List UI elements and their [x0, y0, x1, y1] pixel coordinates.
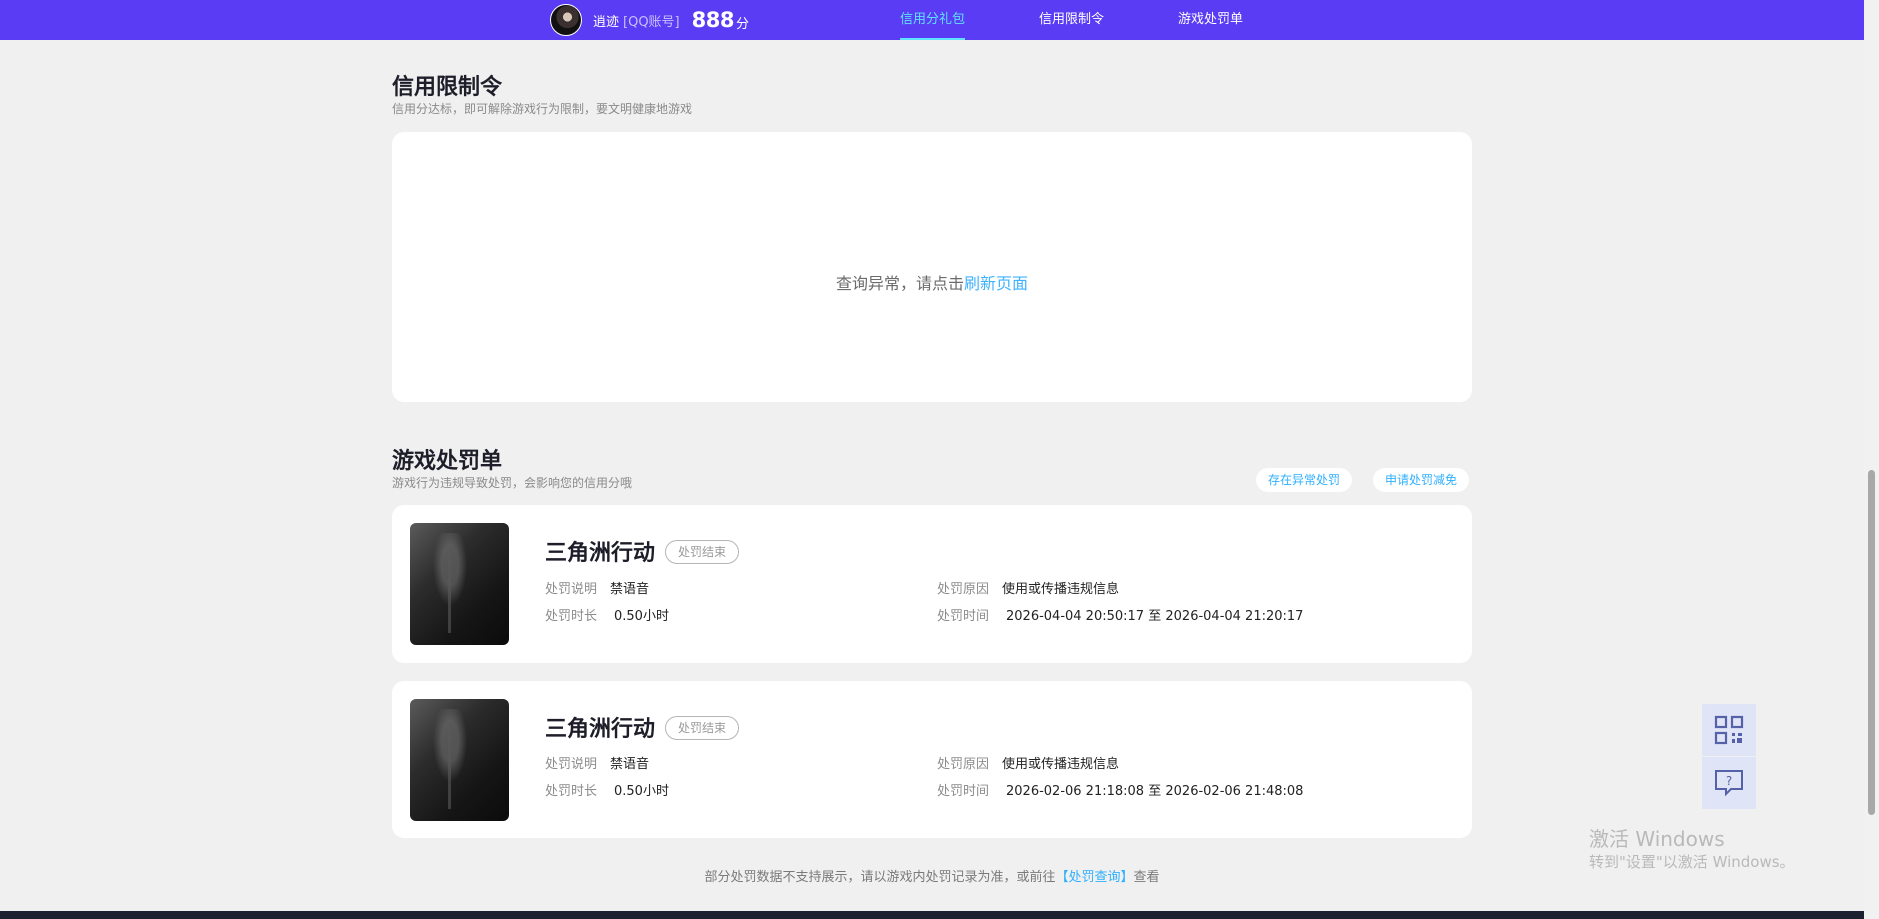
- abnormal-penalty-button[interactable]: 存在异常处罚: [1256, 468, 1353, 492]
- desc-value: 禁语音: [610, 582, 650, 597]
- windows-activation-title: 激活 Windows: [1589, 827, 1725, 851]
- account-type: [QQ账号]: [623, 14, 680, 30]
- query-error-message: 查询异常，请点击刷新页面: [392, 270, 1472, 294]
- qrcode-icon: [1714, 715, 1744, 745]
- reason-label: 处罚原因: [937, 582, 990, 597]
- reason-value: 使用或传播违规信息: [1002, 757, 1120, 772]
- time-start: 2026-04-04 20:50:17: [1006, 609, 1145, 624]
- avatar[interactable]: [550, 4, 582, 36]
- status-badge: 处罚结束: [665, 716, 740, 740]
- penalty-card: 三角洲行动 处罚结束 处罚说明 禁语音 处罚时长 0.50小时 处罚原因 使用或…: [392, 681, 1472, 838]
- restriction-subtitle: 信用分达标，即可解除游戏行为限制，要文明健康地游戏: [392, 102, 693, 116]
- desc-label: 处罚说明: [545, 582, 598, 597]
- duration-value: 0.50小时: [614, 784, 669, 799]
- tab-credit-gift[interactable]: 信用分礼包: [900, 0, 966, 40]
- desc-value: 禁语音: [610, 757, 650, 772]
- username: 逍迹: [593, 14, 620, 30]
- penalty-subtitle: 游戏行为违规导致处罚，会影响您的信用分哦: [392, 476, 633, 490]
- windows-activation-hint: 转到"设置"以激活 Windows。: [1589, 853, 1795, 871]
- time-label: 处罚时间: [937, 609, 990, 624]
- time-value: 2026-02-06 21:18:08 至 2026-02-06 21:48:0…: [1006, 780, 1303, 799]
- reason-label: 处罚原因: [937, 757, 990, 772]
- duration-label: 处罚时长: [545, 784, 598, 799]
- credit-score-unit: 分: [735, 17, 749, 32]
- desc-label: 处罚说明: [545, 757, 598, 772]
- penalty-card: 三角洲行动 处罚结束 处罚说明 禁语音 处罚时长 0.50小时 处罚原因 使用或…: [392, 505, 1472, 663]
- penalty-title: 游戏处罚单: [392, 449, 503, 474]
- restriction-title: 信用限制令: [392, 75, 503, 100]
- game-cover-image: [410, 699, 509, 821]
- bottom-bar: [0, 911, 1864, 919]
- time-start: 2026-02-06 21:18:08: [1006, 784, 1145, 799]
- duration-value: 0.50小时: [614, 609, 669, 624]
- penalty-footer-note: 部分处罚数据不支持展示，请以游戏内处罚记录为准，或前往【处罚查询】查看: [0, 866, 1864, 885]
- game-cover-image: [410, 523, 509, 645]
- user-info: 逍迹 [QQ账号] 888 分: [550, 4, 749, 36]
- restriction-card: 查询异常，请点击刷新页面: [392, 132, 1472, 402]
- duration-label: 处罚时长: [545, 609, 598, 624]
- tab-credit-restriction[interactable]: 信用限制令: [1039, 0, 1104, 40]
- error-text: 查询异常，请点击: [835, 274, 964, 293]
- qrcode-button[interactable]: [1702, 704, 1756, 756]
- apply-penalty-reduction-button[interactable]: 申请处罚减免: [1373, 468, 1470, 492]
- status-badge: 处罚结束: [665, 540, 740, 564]
- svg-text:?: ?: [1726, 774, 1732, 788]
- scrollbar-thumb[interactable]: [1868, 470, 1875, 815]
- refresh-page-link[interactable]: 刷新页面: [964, 274, 1028, 293]
- game-name: 三角洲行动: [545, 717, 656, 742]
- penalty-query-link[interactable]: 【处罚查询】: [1055, 870, 1133, 885]
- time-value: 2026-04-04 20:50:17 至 2026-04-04 21:20:1…: [1006, 605, 1303, 624]
- credit-score: 888: [691, 8, 735, 32]
- footer-text: 部分处罚数据不支持展示，请以游戏内处罚记录为准，或前往: [704, 870, 1056, 885]
- help-chat-icon: ?: [1715, 770, 1743, 797]
- reason-value: 使用或传播违规信息: [1002, 582, 1120, 597]
- game-name: 三角洲行动: [545, 541, 656, 566]
- time-end: 2026-02-06 21:48:08: [1165, 784, 1304, 799]
- time-separator: 至: [1148, 609, 1162, 624]
- time-label: 处罚时间: [937, 784, 990, 799]
- time-separator: 至: [1148, 784, 1162, 799]
- footer-suffix: 查看: [1133, 870, 1160, 885]
- tab-game-penalty[interactable]: 游戏处罚单: [1178, 0, 1243, 40]
- top-nav-bar: 逍迹 [QQ账号] 888 分 信用分礼包 信用限制令 游戏处罚单: [0, 0, 1864, 40]
- feedback-button[interactable]: ?: [1702, 757, 1756, 809]
- time-end: 2026-04-04 21:20:17: [1165, 609, 1304, 624]
